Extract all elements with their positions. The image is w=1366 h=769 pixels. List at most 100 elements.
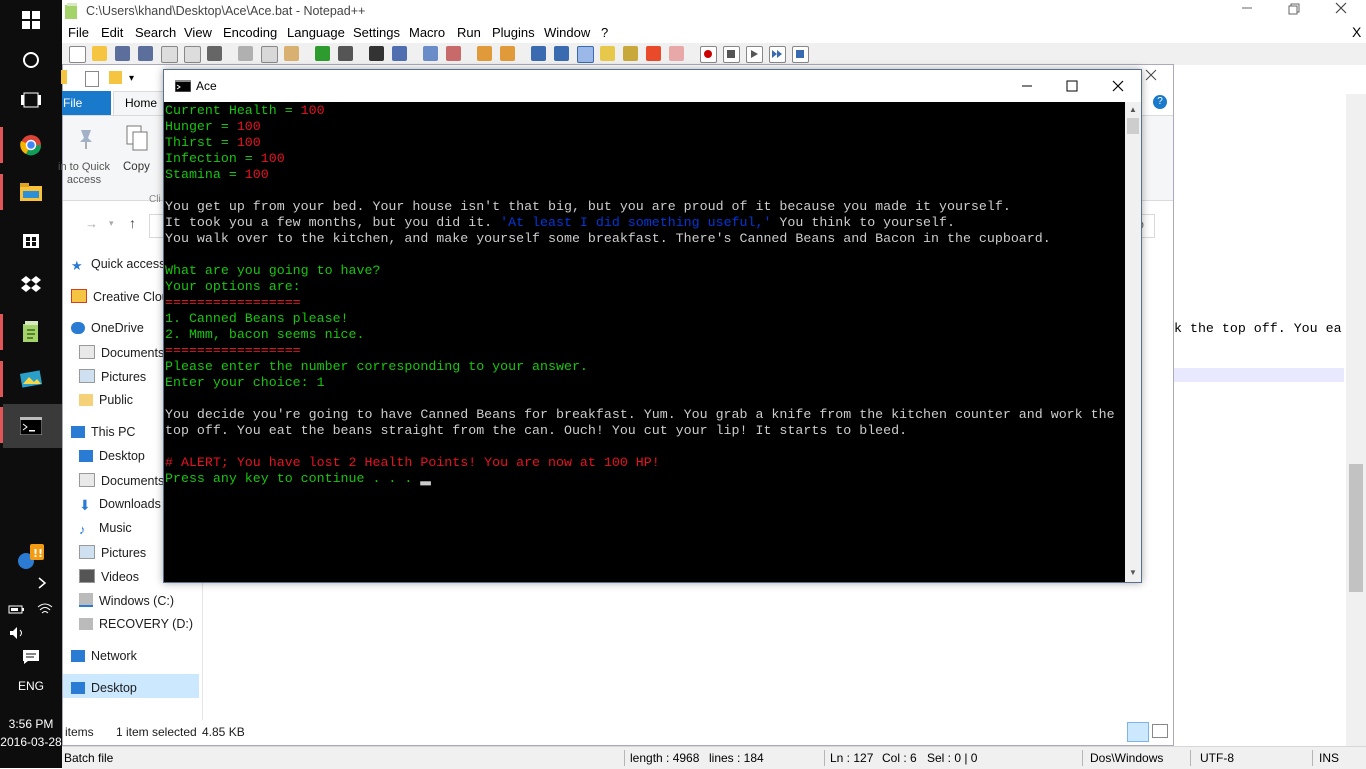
nav-music[interactable]: ♪ Music (79, 521, 132, 537)
cortana-icon[interactable] (14, 43, 48, 77)
up-arrow-icon[interactable]: ↑ (129, 215, 136, 231)
details-view-icon[interactable] (1127, 722, 1149, 742)
print-icon[interactable] (207, 46, 222, 61)
nav-creative-cloud[interactable]: Creative Cloud (71, 289, 176, 304)
action-center-icon[interactable] (14, 640, 48, 674)
recent-locations-icon[interactable]: ▾ (109, 218, 114, 229)
console-output[interactable]: Current Health = 100 Hunger = 100 Thirst… (164, 102, 1125, 582)
run-macro-multiple-icon[interactable] (769, 46, 786, 63)
cut-icon[interactable] (238, 46, 253, 61)
tab-home[interactable]: Home (113, 91, 169, 115)
copy-icon[interactable] (261, 46, 278, 63)
nav-desktop-root[interactable]: Desktop (71, 681, 137, 695)
undo-icon[interactable] (315, 46, 330, 61)
nav-windows-c[interactable]: Windows (C:) (79, 593, 174, 608)
record-macro-icon[interactable] (700, 46, 717, 63)
find-icon[interactable] (369, 46, 384, 61)
file-explorer-icon[interactable] (14, 175, 48, 209)
nav-this-pc[interactable]: This PC (71, 425, 135, 439)
tab-file[interactable]: File (62, 91, 111, 115)
user-language-icon[interactable] (600, 46, 615, 61)
new-folder-icon[interactable] (109, 71, 122, 84)
save-all-icon[interactable] (138, 46, 153, 61)
show-all-characters-icon[interactable] (554, 46, 569, 61)
sync-horizontal-icon[interactable] (500, 46, 515, 61)
play-macro-icon[interactable] (746, 46, 763, 63)
save-macro-icon[interactable] (792, 46, 809, 63)
save-icon[interactable] (115, 46, 130, 61)
word-wrap-icon[interactable] (531, 46, 546, 61)
photos-icon[interactable] (14, 362, 48, 396)
large-icons-view-icon[interactable] (1152, 724, 1168, 738)
explorer-close-icon[interactable] (1145, 69, 1157, 84)
close-icon[interactable] (1334, 1, 1348, 18)
copy-button[interactable]: Copy (123, 161, 150, 173)
zoom-out-icon[interactable] (446, 46, 461, 61)
folder-workspace-icon[interactable] (669, 46, 684, 61)
copy-icon[interactable] (125, 124, 149, 155)
notepad-editor-area[interactable]: k the top off. You ea (1174, 94, 1366, 746)
paste-icon[interactable] (284, 46, 299, 61)
menu-search[interactable]: Search (135, 25, 176, 40)
close-icon[interactable] (1111, 79, 1125, 96)
nav-quick-access[interactable]: ★ Quick access (71, 257, 165, 273)
stop-macro-icon[interactable] (723, 46, 740, 63)
menu-window[interactable]: Window (544, 25, 590, 40)
language-indicator[interactable]: ENG (0, 679, 62, 693)
store-icon[interactable] (14, 222, 48, 256)
windows-start-icon[interactable] (14, 3, 48, 37)
clock-time[interactable]: 3:56 PM (0, 717, 62, 731)
open-file-icon[interactable] (92, 46, 107, 61)
nav-recovery-d[interactable]: RECOVERY (D:) (79, 617, 193, 631)
menu-edit[interactable]: Edit (101, 25, 123, 40)
nav-desktop[interactable]: Desktop (79, 449, 145, 463)
menu-help[interactable]: ? (601, 25, 608, 40)
task-view-icon[interactable] (14, 83, 48, 117)
help-icon[interactable]: ? (1153, 95, 1167, 109)
zoom-in-icon[interactable] (423, 46, 438, 61)
close-all-icon[interactable] (184, 46, 201, 63)
document-map-icon[interactable] (623, 46, 638, 61)
menu-file[interactable]: File (68, 25, 89, 40)
cmd-title-bar[interactable]: Ace (164, 70, 1141, 102)
maximize-icon[interactable] (1065, 79, 1079, 96)
forward-icon[interactable]: → (85, 216, 98, 231)
close-file-icon[interactable] (161, 46, 178, 63)
minimize-icon[interactable] (1240, 1, 1254, 18)
function-list-icon[interactable] (646, 46, 661, 61)
sync-vertical-icon[interactable] (477, 46, 492, 61)
menu-plugins[interactable]: Plugins (492, 25, 535, 40)
minimize-icon[interactable] (1020, 79, 1034, 96)
indent-guide-icon[interactable] (577, 46, 594, 63)
menu-language[interactable]: Language (287, 25, 345, 40)
nav-downloads[interactable]: ⬇ Downloads (79, 497, 161, 513)
wifi-icon[interactable] (32, 592, 58, 626)
pin-icon[interactable] (75, 126, 97, 153)
nav-videos[interactable]: Videos (79, 569, 139, 584)
nav-documents[interactable]: Documents (79, 473, 164, 488)
menu-macro[interactable]: Macro (409, 25, 445, 40)
console-scrollbar[interactable]: ▲ ▼ (1125, 102, 1141, 582)
nav-onedrive-public[interactable]: Public (79, 393, 133, 407)
menu-run[interactable]: Run (457, 25, 481, 40)
nav-network[interactable]: Network (71, 649, 137, 663)
new-file-icon[interactable] (69, 46, 86, 63)
nav-onedrive-pictures[interactable]: Pictures (79, 369, 146, 384)
customize-quick-access-icon[interactable]: ▾ (129, 73, 134, 84)
replace-icon[interactable] (392, 46, 407, 61)
scroll-down-icon[interactable]: ▼ (1129, 568, 1137, 577)
restore-icon[interactable] (1287, 2, 1301, 19)
nav-onedrive-documents[interactable]: Documents (79, 345, 164, 360)
redo-icon[interactable] (338, 46, 353, 61)
scroll-up-icon[interactable]: ▲ (1129, 105, 1137, 114)
menu-encoding[interactable]: Encoding (223, 25, 277, 40)
chrome-icon[interactable] (14, 128, 48, 162)
clock-date[interactable]: 2016-03-28 (0, 735, 62, 749)
nav-pictures[interactable]: Pictures (79, 545, 146, 560)
notepad-plus-plus-icon[interactable] (14, 315, 48, 349)
command-prompt-icon[interactable] (14, 409, 48, 443)
properties-icon[interactable] (85, 71, 99, 87)
address-box[interactable] (149, 214, 164, 238)
close-document-button[interactable]: X (1352, 24, 1361, 40)
menu-view[interactable]: View (184, 25, 212, 40)
